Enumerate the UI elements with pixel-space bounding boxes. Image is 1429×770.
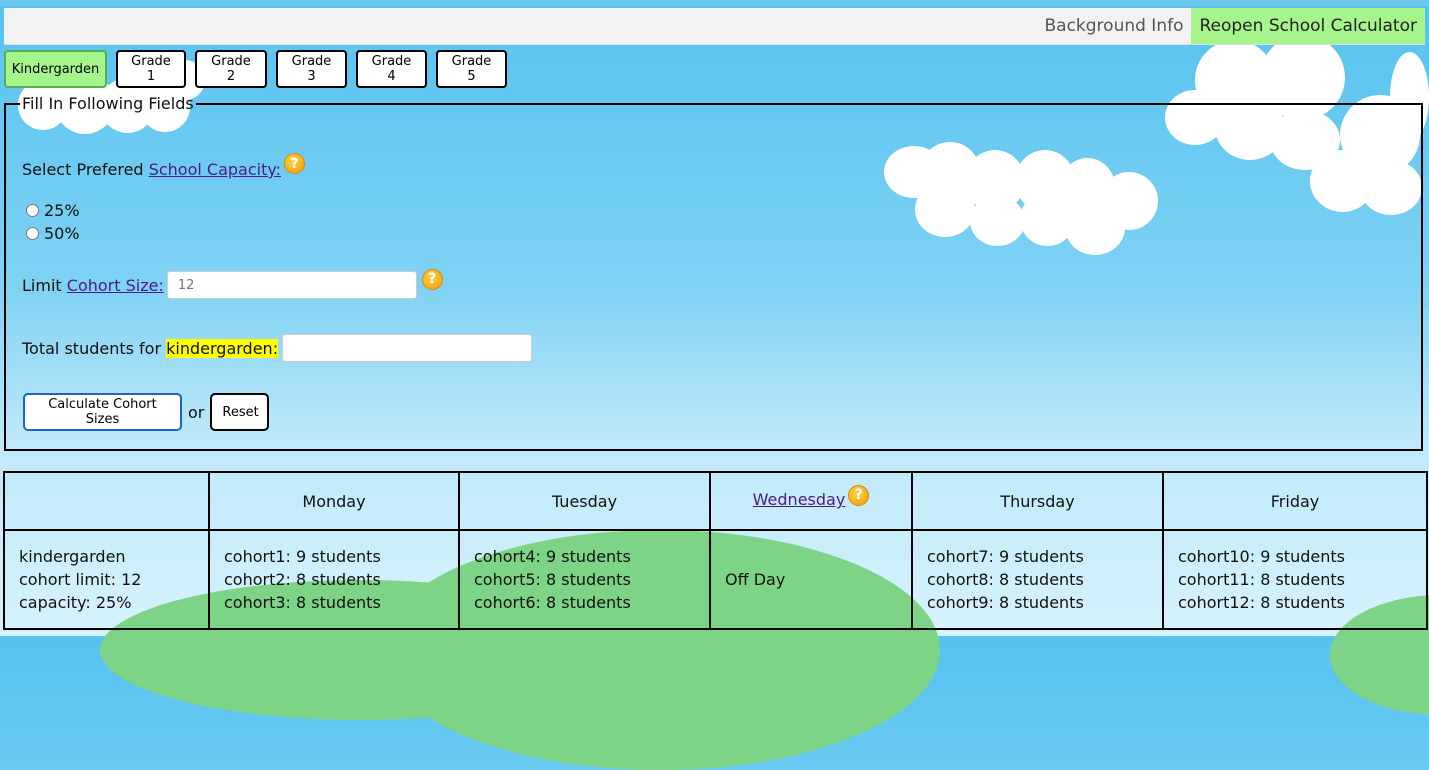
capacity-option-25[interactable]: 25% bbox=[22, 199, 80, 222]
nav-reopen-school-calculator[interactable]: Reopen School Calculator bbox=[1191, 8, 1425, 44]
wednesday-link[interactable]: Wednesday bbox=[753, 490, 846, 509]
capacity-help-icon[interactable]: ? bbox=[284, 153, 306, 174]
cohort-item: cohort8: 8 students bbox=[927, 570, 1084, 589]
capacity-row: Select Prefered School Capacity:? bbox=[22, 153, 306, 180]
calculate-cohort-sizes-button[interactable]: Calculate Cohort Sizes bbox=[23, 393, 182, 431]
cohort-item: cohort2: 8 students bbox=[224, 570, 381, 589]
summary-capacity: capacity: 25% bbox=[19, 593, 132, 612]
thursday-cell: cohort7: 9 students cohort8: 8 students … bbox=[911, 529, 1164, 630]
capacity-radio-25[interactable] bbox=[26, 204, 39, 217]
header-tuesday: Tuesday bbox=[458, 471, 711, 531]
form-legend: Fill In Following Fields bbox=[22, 94, 194, 113]
grade-tab-5[interactable]: Grade 5 bbox=[436, 50, 507, 88]
summary-grade: kindergarden bbox=[19, 547, 126, 566]
cohort-item: cohort10: 9 students bbox=[1178, 547, 1345, 566]
reset-button[interactable]: Reset bbox=[210, 393, 270, 431]
cohort-form: Fill In Following Fields Select Prefered… bbox=[4, 94, 1423, 451]
or-text: or bbox=[188, 402, 205, 422]
action-row: Calculate Cohort Sizes or Reset bbox=[22, 393, 270, 431]
cohort-size-row: Limit Cohort Size: ? bbox=[22, 268, 443, 299]
cohort-size-input[interactable] bbox=[166, 271, 417, 299]
monday-cell: cohort1: 9 students cohort2: 8 students … bbox=[208, 529, 460, 630]
schedule-header-row: Monday Tuesday Wednesday? Thursday Frida… bbox=[3, 471, 1428, 531]
wednesday-cell: Off Day bbox=[709, 529, 913, 630]
schedule-table: Monday Tuesday Wednesday? Thursday Frida… bbox=[3, 471, 1428, 630]
grade-highlight: kindergarden: bbox=[166, 338, 279, 358]
grade-tab-4[interactable]: Grade 4 bbox=[356, 50, 427, 88]
cohort-item: cohort7: 9 students bbox=[927, 547, 1084, 566]
tuesday-cell: cohort4: 9 students cohort5: 8 students … bbox=[458, 529, 711, 630]
header-monday: Monday bbox=[208, 471, 460, 531]
header-wednesday: Wednesday? bbox=[709, 471, 913, 531]
top-nav-bar: Background Info Reopen School Calculator bbox=[4, 8, 1425, 45]
grade-tab-1[interactable]: Grade 1 bbox=[116, 50, 186, 88]
cohort-item: cohort4: 9 students bbox=[474, 547, 631, 566]
top-nav: Background Info Reopen School Calculator bbox=[1036, 8, 1425, 44]
school-capacity-link[interactable]: School Capacity: bbox=[149, 160, 281, 179]
cohort-item: cohort11: 8 students bbox=[1178, 570, 1345, 589]
cohort-size-help-icon[interactable]: ? bbox=[421, 268, 443, 290]
off-day-text: Off Day bbox=[725, 570, 786, 589]
summary-cell: kindergarden cohort limit: 12 capacity: … bbox=[3, 529, 210, 630]
cohort-item: cohort12: 8 students bbox=[1178, 593, 1345, 612]
cohort-item: cohort9: 8 students bbox=[927, 593, 1084, 612]
cohort-item: cohort1: 9 students bbox=[224, 547, 381, 566]
capacity-options: 25% 50% bbox=[22, 199, 80, 245]
header-empty bbox=[3, 471, 210, 531]
header-thursday: Thursday bbox=[911, 471, 1164, 531]
grade-tab-3[interactable]: Grade 3 bbox=[276, 50, 347, 88]
capacity-label: Select Prefered bbox=[22, 160, 144, 179]
grade-tabs: Kindergarden Grade 1 Grade 2 Grade 3 Gra… bbox=[4, 50, 507, 88]
schedule-row: kindergarden cohort limit: 12 capacity: … bbox=[3, 529, 1428, 630]
cohort-size-label: Limit bbox=[22, 275, 62, 295]
friday-cell: cohort10: 9 students cohort11: 8 student… bbox=[1162, 529, 1428, 630]
wednesday-help-icon[interactable]: ? bbox=[848, 484, 870, 506]
nav-background-info[interactable]: Background Info bbox=[1036, 8, 1191, 44]
summary-cohort-limit: cohort limit: 12 bbox=[19, 570, 142, 589]
total-students-label: Total students for bbox=[22, 338, 162, 358]
capacity-radio-50[interactable] bbox=[26, 227, 39, 240]
top-strip bbox=[0, 0, 1429, 6]
cohort-size-link[interactable]: Cohort Size: bbox=[67, 276, 164, 295]
total-students-input[interactable] bbox=[282, 334, 533, 362]
total-students-row: Total students for kindergarden: bbox=[22, 334, 533, 362]
cohort-item: cohort3: 8 students bbox=[224, 593, 381, 612]
capacity-option-50[interactable]: 50% bbox=[22, 222, 80, 245]
cohort-item: cohort6: 8 students bbox=[474, 593, 631, 612]
header-friday: Friday bbox=[1162, 471, 1428, 531]
cohort-item: cohort5: 8 students bbox=[474, 570, 631, 589]
grade-tab-kindergarden[interactable]: Kindergarden bbox=[4, 50, 107, 88]
grade-tab-2[interactable]: Grade 2 bbox=[195, 50, 267, 88]
